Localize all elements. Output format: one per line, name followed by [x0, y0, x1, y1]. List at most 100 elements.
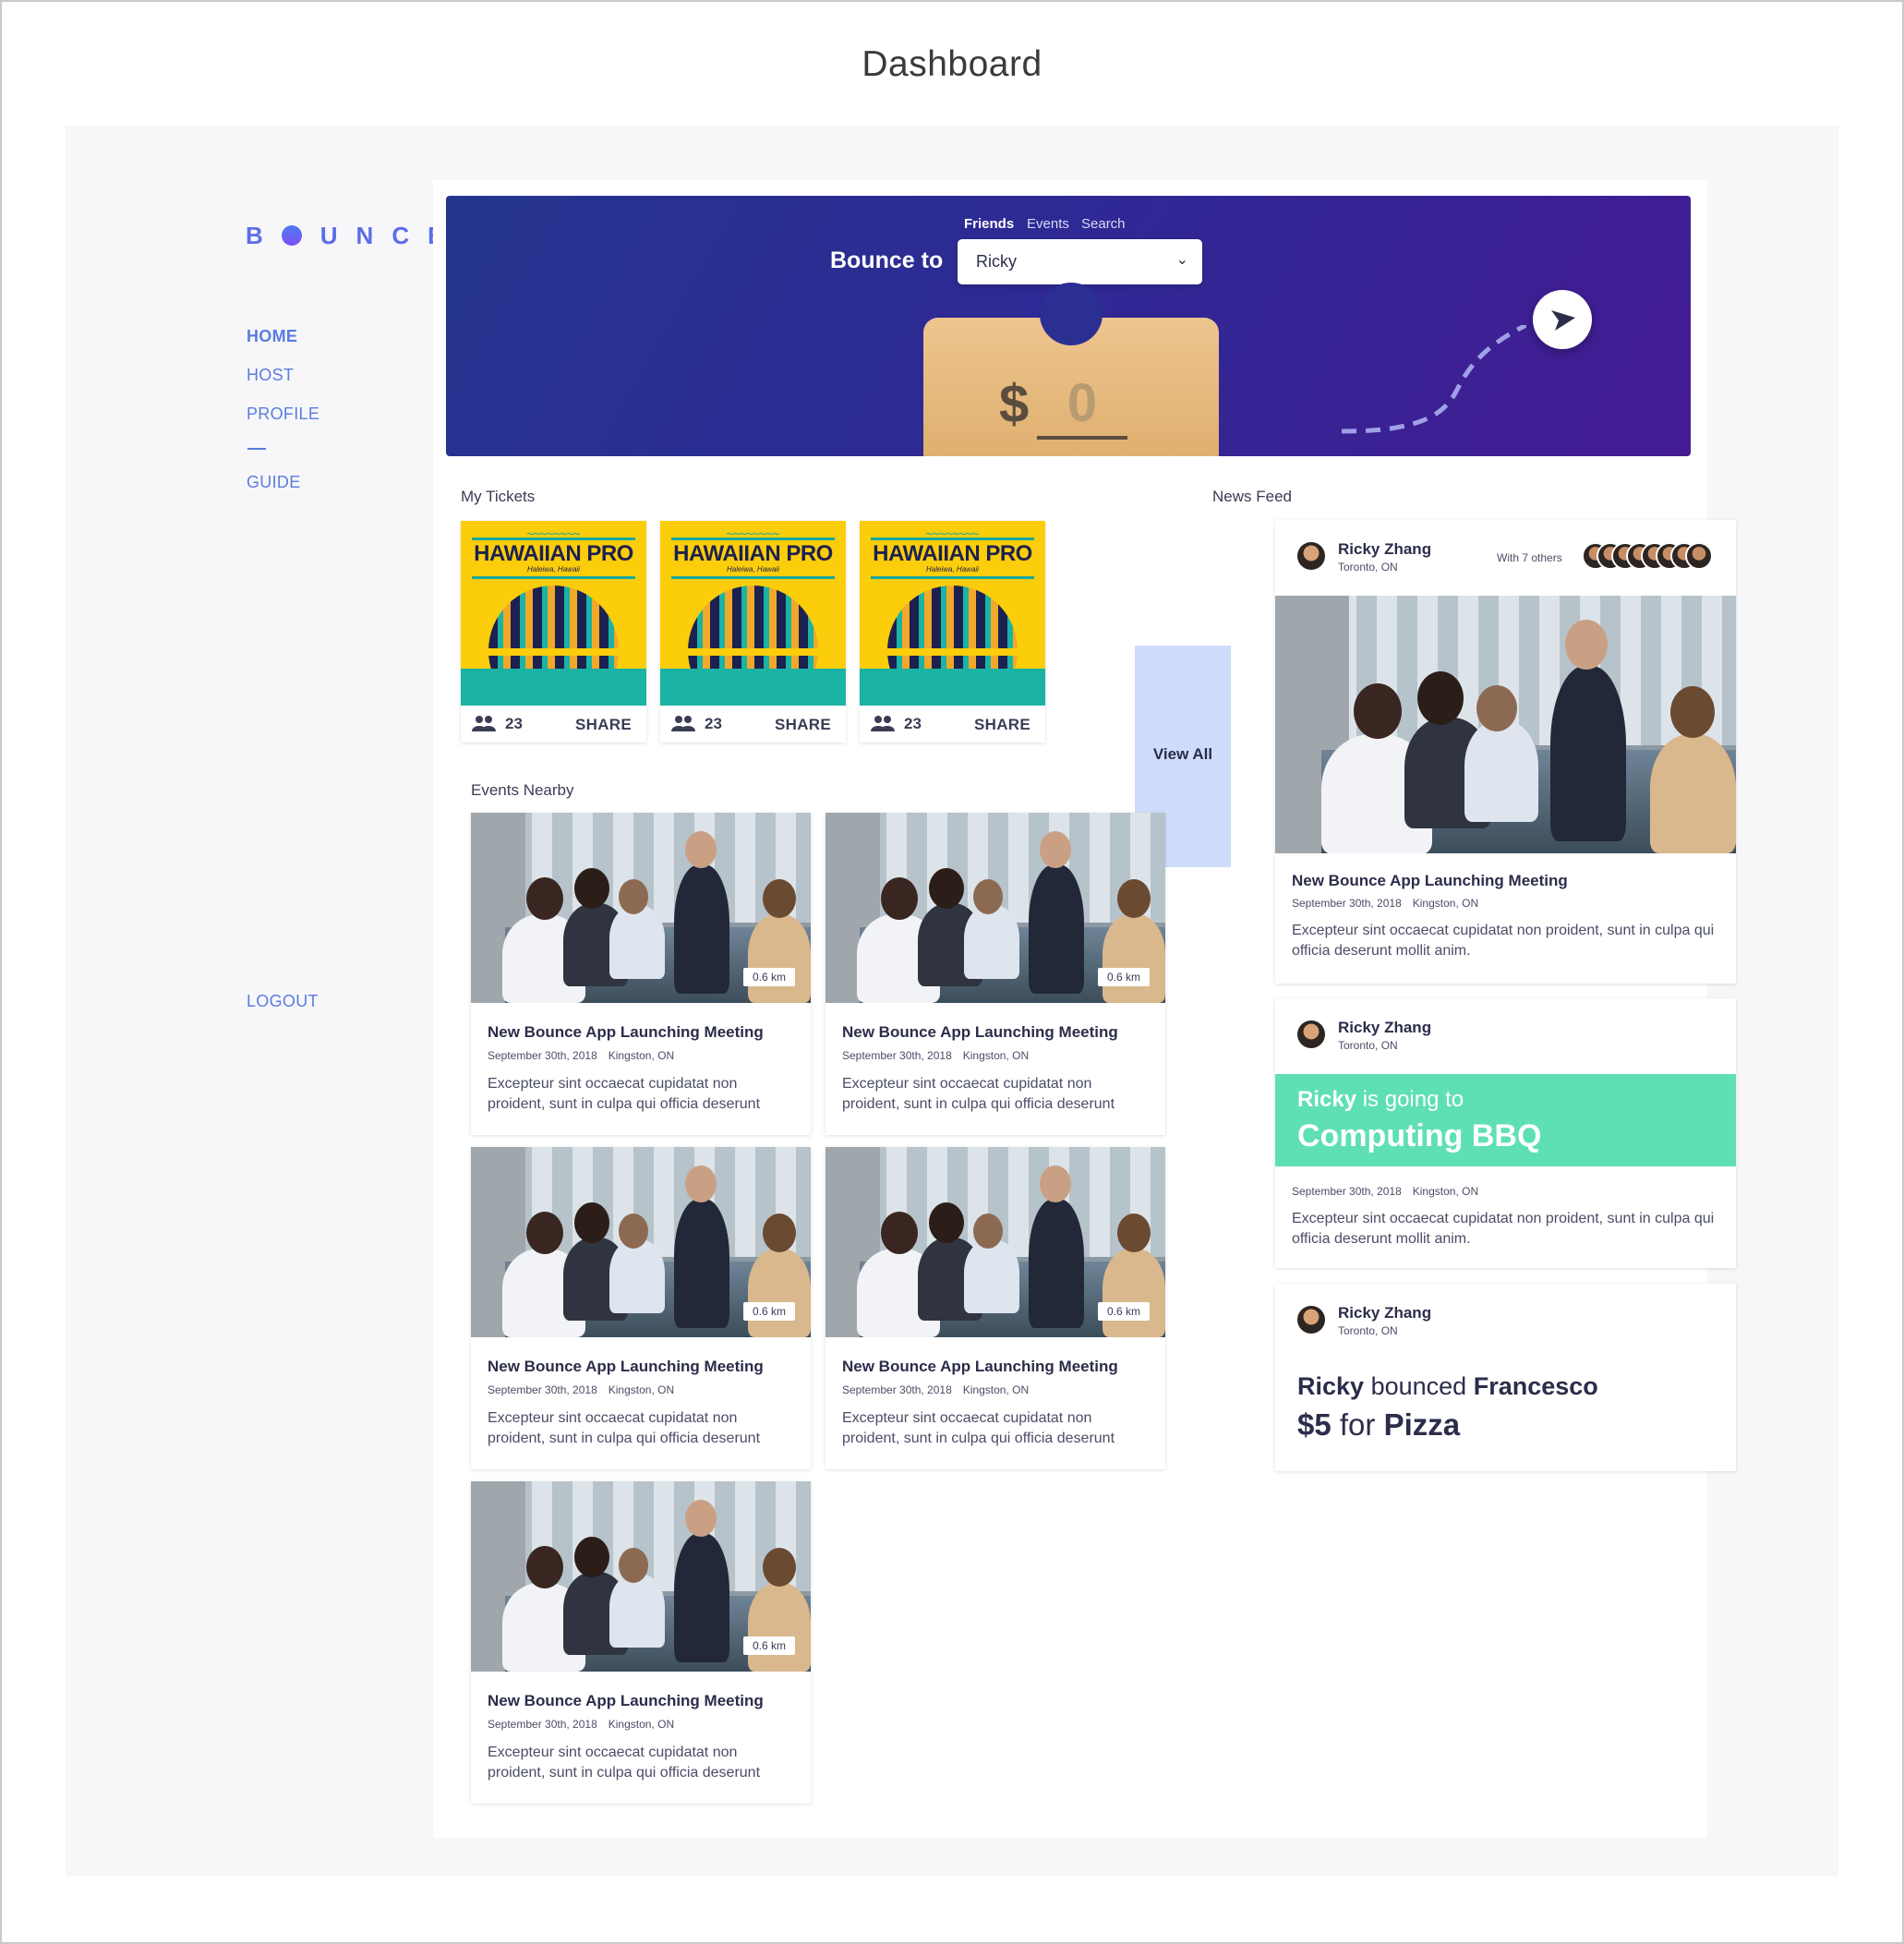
- bounce-to-label: Bounce to: [830, 248, 944, 273]
- avatar[interactable]: [1297, 542, 1325, 570]
- ticket-notch: [1040, 283, 1103, 345]
- sea-band: [860, 669, 1045, 706]
- logout-link[interactable]: LOGOUT: [247, 992, 319, 1011]
- share-button[interactable]: SHARE: [974, 716, 1030, 734]
- ticket-subtitle: Haleiwa, Hawaii: [527, 565, 580, 574]
- tab-search[interactable]: Search: [1081, 216, 1126, 232]
- ticket-rule: [671, 537, 835, 540]
- ticket-card[interactable]: ~~~~~~~~ HAWAIIAN PRO Haleiwa, Hawaii 23…: [860, 521, 1045, 743]
- bounce-from: Ricky: [1297, 1372, 1365, 1400]
- page-title: Dashboard: [862, 44, 1042, 84]
- post-photo: [1275, 596, 1736, 853]
- bounce-item: Pizza: [1383, 1407, 1461, 1442]
- horizon-line: [461, 648, 646, 656]
- going-banner[interactable]: Ricky is going to Computing BBQ: [1275, 1074, 1736, 1166]
- event-description: Excepteur sint occaecat cupidatat non pr…: [842, 1410, 1115, 1446]
- recipient-value: Ricky: [976, 252, 1017, 271]
- going-event-name: Computing BBQ: [1297, 1118, 1542, 1153]
- avatar[interactable]: [1297, 1306, 1325, 1334]
- going-line: Ricky is going to: [1297, 1087, 1464, 1113]
- post-event-location: Kingston, ON: [1412, 897, 1479, 910]
- post-event-date: September 30th, 2018: [1292, 897, 1402, 910]
- news-post-going[interactable]: Ricky Zhang Toronto, ON Ricky is going t…: [1275, 998, 1736, 1268]
- bounce-amount: $5: [1297, 1407, 1332, 1442]
- my-tickets-heading: My Tickets: [461, 488, 536, 505]
- ticket-card[interactable]: ~~~~~~~~ HAWAIIAN PRO Haleiwa, Hawaii 23…: [660, 521, 846, 743]
- news-post-event[interactable]: Ricky Zhang Toronto, ON With 7 others Ne…: [1275, 520, 1736, 984]
- event-date: September 30th, 2018: [842, 1049, 952, 1062]
- distance-badge: 0.6 km: [742, 1636, 795, 1655]
- news-post-bounce[interactable]: Ricky Zhang Toronto, ON Ricky bounced Fr…: [1275, 1284, 1736, 1471]
- ticket-rule: [871, 576, 1034, 579]
- tab-events[interactable]: Events: [1027, 216, 1069, 232]
- distance-badge: 0.6 km: [1097, 1302, 1150, 1321]
- ticket-subtitle: Haleiwa, Hawaii: [926, 565, 979, 574]
- sidebar-item-guide[interactable]: GUIDE: [247, 473, 301, 492]
- ticket-artwork: ~~~~~~~~ HAWAIIAN PRO Haleiwa, Hawaii: [860, 521, 1045, 706]
- event-card[interactable]: 0.6 km New Bounce App Launching Meeting …: [471, 813, 811, 1135]
- event-description: Excepteur sint occaecat cupidatat non pr…: [488, 1745, 761, 1781]
- event-card[interactable]: 0.6 km New Bounce App Launching Meeting …: [471, 1147, 811, 1469]
- event-description: Excepteur sint occaecat cupidatat non pr…: [488, 1410, 761, 1446]
- people-icon: [671, 716, 695, 731]
- send-button[interactable]: [1533, 290, 1592, 349]
- attendee-count: 23: [705, 715, 722, 732]
- tab-friends[interactable]: Friends: [964, 216, 1014, 232]
- event-date: September 30th, 2018: [488, 1718, 597, 1731]
- post-user-name[interactable]: Ricky Zhang: [1338, 540, 1431, 559]
- post-event-title[interactable]: New Bounce App Launching Meeting: [1292, 872, 1568, 890]
- amount-ticket: $ 0: [923, 283, 1219, 456]
- ticket-title: HAWAIIAN PRO: [673, 541, 833, 566]
- sidebar-item-home[interactable]: HOME: [247, 327, 297, 346]
- post-user-location: Toronto, ON: [1338, 1324, 1398, 1337]
- ticket-rule: [472, 576, 635, 579]
- event-meta: September 30th, 2018 Kingston, ON: [488, 1383, 685, 1396]
- going-text: is going to: [1362, 1087, 1464, 1112]
- sidebar-item-profile[interactable]: PROFILE: [247, 404, 319, 424]
- post-user-location: Toronto, ON: [1338, 561, 1398, 574]
- ticket-artwork: ~~~~~~~~ HAWAIIAN PRO Haleiwa, Hawaii: [461, 521, 646, 706]
- event-card[interactable]: 0.6 km New Bounce App Launching Meeting …: [471, 1481, 811, 1804]
- bounce-logo[interactable]: B UNCE: [246, 222, 462, 250]
- people-icon: [472, 716, 496, 731]
- event-description: Excepteur sint occaecat cupidatat non pr…: [488, 1076, 761, 1112]
- event-card[interactable]: 0.6 km New Bounce App Launching Meeting …: [825, 1147, 1165, 1469]
- sea-band: [461, 669, 646, 706]
- bounce-to: Francesco: [1473, 1372, 1598, 1400]
- amount-input[interactable]: 0: [1037, 373, 1127, 440]
- event-card[interactable]: 0.6 km New Bounce App Launching Meeting …: [825, 813, 1165, 1135]
- chevron-down-icon: ⌄: [1175, 252, 1188, 268]
- sidebar-divider: [247, 448, 266, 450]
- ticket-card[interactable]: ~~~~~~~~ HAWAIIAN PRO Haleiwa, Hawaii 23…: [461, 521, 646, 743]
- share-button[interactable]: SHARE: [575, 716, 632, 734]
- sea-band: [660, 669, 846, 706]
- post-user-name[interactable]: Ricky Zhang: [1338, 1019, 1431, 1037]
- post-event-meta: September 30th, 2018 Kingston, ON: [1292, 897, 1489, 910]
- post-user-name[interactable]: Ricky Zhang: [1338, 1304, 1431, 1322]
- event-date: September 30th, 2018: [842, 1383, 952, 1396]
- share-button[interactable]: SHARE: [775, 716, 831, 734]
- recipient-select[interactable]: Ricky ⌄: [958, 239, 1202, 284]
- event-meta: September 30th, 2018 Kingston, ON: [488, 1718, 685, 1731]
- event-date: September 30th, 2018: [488, 1383, 597, 1396]
- avatar[interactable]: [1297, 1020, 1325, 1048]
- people-icon: [871, 716, 895, 731]
- attendee-count: 23: [904, 715, 922, 732]
- post-description: Excepteur sint occaecat cupidatat non pr…: [1292, 1211, 1715, 1247]
- event-title: New Bounce App Launching Meeting: [488, 1358, 764, 1375]
- attendee-avatars[interactable]: [1582, 542, 1720, 572]
- bounce-for: for: [1339, 1407, 1376, 1442]
- attendee-count: 23: [505, 715, 523, 732]
- event-location: Kingston, ON: [608, 1049, 675, 1062]
- ticket-rule: [472, 537, 635, 540]
- events-nearby-heading: Events Nearby: [471, 781, 574, 799]
- post-user-location: Toronto, ON: [1338, 1039, 1398, 1052]
- ticket-rule: [871, 537, 1034, 540]
- event-title: New Bounce App Launching Meeting: [842, 1358, 1118, 1375]
- currency-symbol: $: [999, 374, 1030, 434]
- ticket-title: HAWAIIAN PRO: [474, 541, 633, 566]
- event-title: New Bounce App Launching Meeting: [488, 1692, 764, 1709]
- sidebar-item-host[interactable]: HOST: [247, 366, 294, 385]
- post-event-date: September 30th, 2018: [1292, 1185, 1402, 1198]
- event-location: Kingston, ON: [962, 1049, 1030, 1062]
